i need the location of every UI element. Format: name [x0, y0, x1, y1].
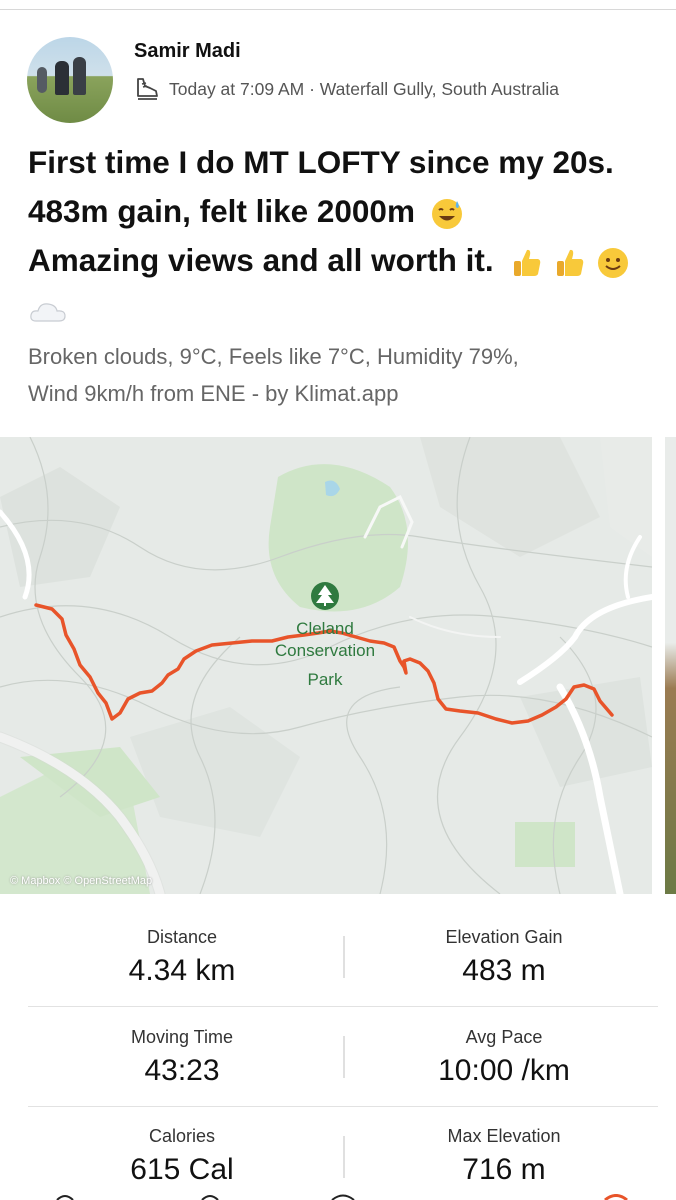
comment-icon[interactable]: [200, 1194, 220, 1200]
description-line-1: Broken clouds, 9°C, Feels like 7°C, Humi…: [28, 344, 519, 369]
stat-label-moving-time: Moving Time: [130, 1027, 234, 1047]
title-line-2-row: 483m gain, felt like 2000m: [28, 187, 668, 236]
title-line-3-row: Amazing views and all worth it.: [28, 236, 668, 285]
tree-icon: [311, 582, 339, 610]
avatar[interactable]: [27, 37, 113, 123]
post-title[interactable]: First time I do MT LOFTY since my 20s. 4…: [28, 138, 668, 334]
stat-value-avg-pace: 10:00 /km: [438, 1054, 570, 1087]
park-label-line-2: Conservation: [275, 641, 375, 660]
stat-value-moving-time: 43:23: [144, 1054, 220, 1087]
sweat-smile-emoji: [431, 198, 462, 229]
stat-label-avg-pace: Avg Pace: [465, 1027, 543, 1047]
stat-divider: [343, 1036, 345, 1078]
row-divider: [28, 1006, 658, 1007]
share-icon[interactable]: [330, 1194, 356, 1200]
stat-value-max-elevation: 716 m: [462, 1153, 546, 1186]
title-line-3: Amazing views and all worth it.: [28, 242, 494, 278]
stat-label-elevation-gain: Elevation Gain: [445, 927, 563, 947]
activity-meta: Today at 7:09 AM · Waterfall Gully, Sout…: [134, 76, 559, 102]
thumbs-up-emoji: [557, 249, 584, 276]
stat-divider: [343, 936, 345, 978]
description-line-2: Wind 9km/h from ENE - by Klimat.app: [28, 381, 399, 406]
activity-time-location: Today at 7:09 AM · Waterfall Gully, Sout…: [169, 78, 560, 99]
map-attribution[interactable]: © Mapbox © OpenStreetMap: [10, 875, 152, 887]
route-map[interactable]: Cleland Conservation Park: [0, 437, 652, 894]
stat-divider: [343, 1136, 345, 1178]
map-canvas: Cleland Conservation Park: [0, 437, 652, 894]
title-line-4-row: [28, 285, 668, 334]
title-line-2: 483m gain, felt like 2000m: [28, 193, 415, 229]
author-name[interactable]: Samir Madi: [134, 40, 241, 63]
title-line-1: First time I do MT LOFTY since my 20s.: [28, 144, 614, 180]
hiking-shoe-icon: [137, 78, 158, 100]
top-divider: [0, 9, 676, 10]
park-label-line-3: Park: [308, 670, 343, 689]
park-label-line-1: Cleland: [296, 619, 354, 638]
stat-label-distance: Distance: [146, 927, 218, 947]
row-divider: [28, 1106, 658, 1107]
kudos-icon[interactable]: [55, 1194, 75, 1200]
next-photo-preview[interactable]: [665, 437, 676, 894]
stat-value-elevation-gain: 483 m: [462, 954, 546, 987]
strava-accent-icon[interactable]: [603, 1194, 629, 1200]
thumbs-up-emoji: [514, 249, 541, 276]
slightly-smiling-emoji: [597, 247, 628, 278]
stat-label-max-elevation: Max Elevation: [447, 1126, 561, 1146]
cloud-emoji: [30, 302, 66, 322]
activity-description: Broken clouds, 9°C, Feels like 7°C, Humi…: [28, 338, 658, 412]
stat-value-distance: 4.34 km: [128, 954, 236, 987]
stat-label-calories: Calories: [148, 1126, 216, 1146]
stat-value-calories: 615 Cal: [130, 1153, 234, 1186]
